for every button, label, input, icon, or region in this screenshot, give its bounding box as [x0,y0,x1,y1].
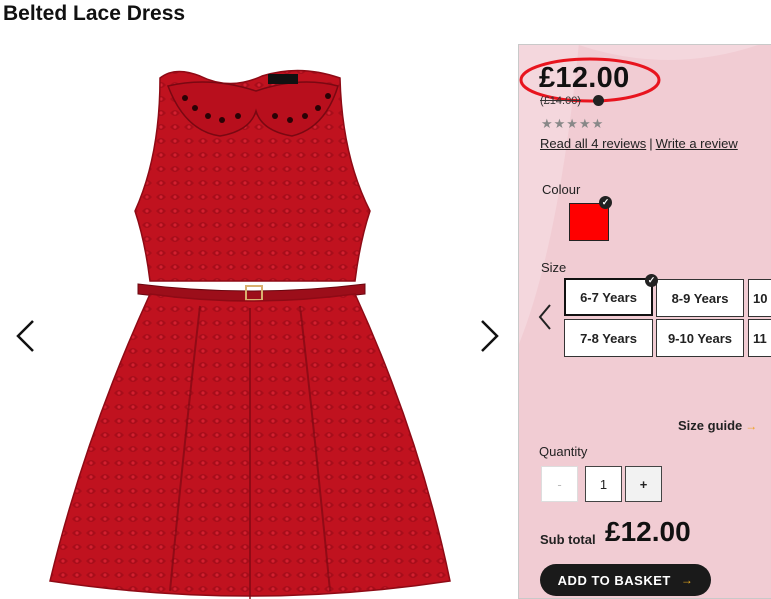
chevron-left-icon[interactable] [537,303,553,331]
arrow-right-icon: → [680,573,694,587]
subtotal-value: £12.00 [605,516,691,547]
product-details-panel: £12.00 (£14.00) ★★★★★ Read all 4 reviews… [518,44,771,599]
quantity-decrease-button[interactable]: - [541,466,578,502]
read-reviews-link[interactable]: Read all 4 reviews [540,136,646,151]
size-option[interactable]: 8-9 Years [656,279,744,317]
size-label: Size [541,260,567,275]
size-option[interactable]: 6-7 Years [564,278,653,316]
quantity-label: Quantity [539,444,588,459]
product-image [0,36,510,599]
add-to-basket-button[interactable]: ADD TO BASKET → [540,564,711,596]
subtotal-label: Sub total [540,532,596,547]
arrow-right-icon: → [745,419,758,433]
size-guide-link[interactable]: Size guide → [678,418,757,433]
check-icon: ✓ [599,196,612,209]
size-option[interactable]: 10 [748,279,771,317]
chevron-right-icon[interactable] [474,318,504,354]
dress-illustration [49,69,451,599]
size-guide-label: Size guide [678,418,743,433]
info-icon[interactable] [593,95,604,106]
size-option[interactable]: 7-8 Years [564,319,653,357]
was-price: (£14.00) [540,95,581,107]
write-review-link[interactable]: Write a review [656,136,738,151]
reviews-separator: | [649,136,653,151]
colour-label: Colour [542,182,581,197]
rating-stars: ★★★★★ [541,116,605,131]
check-icon: ✓ [645,274,658,287]
product-title: Belted Lace Dress [3,2,186,25]
chevron-left-icon[interactable] [11,318,41,354]
reviews-links: Read all 4 reviews | Write a review [540,136,738,151]
add-to-basket-label: ADD TO BASKET [557,572,671,588]
size-option[interactable]: 11 [748,319,771,357]
quantity-increase-button[interactable]: + [625,466,662,502]
quantity-input[interactable]: 1 [585,466,622,502]
product-price: £12.00 [539,62,630,94]
size-option[interactable]: 9-10 Years [656,319,744,357]
